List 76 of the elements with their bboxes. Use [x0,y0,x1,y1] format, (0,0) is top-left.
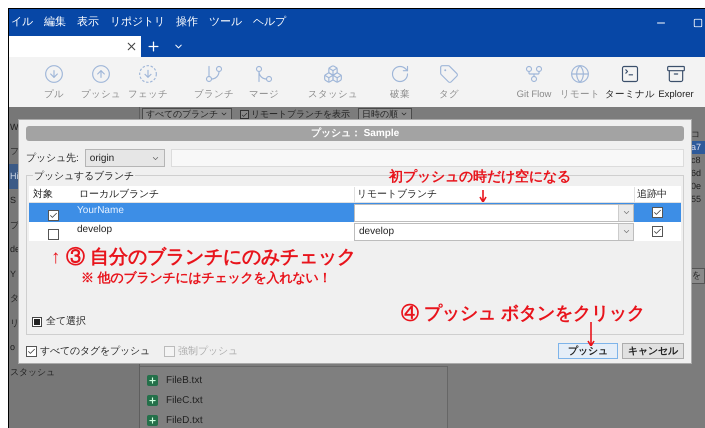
table-cell-text: develop [77,223,114,237]
added-file-icon [147,415,158,426]
commit-hash[interactable]: コ [691,128,700,142]
checkbox-label: リモートブランチを表示 [251,108,350,121]
added-file-icon [147,375,158,386]
check-icon [48,210,58,220]
check-icon [27,346,36,356]
sort-dropdown[interactable]: 日時の順 [358,108,412,120]
file-name[interactable]: FileB.txt [166,373,202,388]
plus-icon[interactable] [146,39,161,54]
checkbox-label: すべてのタグをプッシュ [40,344,150,358]
url-field[interactable] [170,149,684,167]
annotation-arrow [479,190,487,202]
close-icon[interactable] [125,40,138,53]
annotation-text: ↑ ③ 自分のブランチにのみチェック [51,246,356,270]
checkbox[interactable] [652,226,663,237]
remote-branch-combo[interactable] [354,204,634,222]
sidebar-item[interactable]: Hi [9,170,18,183]
menu-item[interactable]: 操作 [176,14,198,31]
check-icon [653,208,662,217]
menu-item[interactable]: リポジトリ [110,14,165,31]
chevron-icon [622,208,630,217]
chevron-icon [220,110,228,118]
file-name[interactable]: FileD.txt [166,413,203,428]
branch-filter-dropdown[interactable]: すべてのブランチ [142,108,232,120]
push-button[interactable]: プッシュ [558,343,618,359]
maximize-icon[interactable] [693,18,703,28]
menu-item[interactable]: ツール [209,14,242,31]
sidebar-item[interactable]: o [9,341,16,354]
column-header[interactable]: リモートブランチ [354,186,634,202]
checkbox[interactable] [32,316,42,326]
column-header[interactable]: ローカルブランチ [77,186,354,202]
remote-branch-combo[interactable]: develop [354,222,634,240]
checkbox-label: 全て選択 [46,315,86,329]
column-header[interactable]: 追跡中 [634,186,681,202]
sidebar-item[interactable]: フ [9,145,19,158]
remote-dropdown[interactable]: origin [84,149,165,167]
annotation-text: ※ 他のブランチにはチェックを入れない！ [81,269,332,287]
column-header[interactable]: 対象 [29,186,77,202]
checkbox[interactable] [48,210,58,220]
sidebar-item[interactable]: Y [9,268,16,281]
chevron-icon [400,110,408,118]
sidebar-item[interactable]: タ [9,292,19,306]
group-label: プッシュするブランチ [33,169,135,184]
sidebar-item[interactable]: S [9,194,16,208]
checkbox[interactable] [240,110,249,120]
side-button[interactable]: を [691,268,705,284]
field-label: プッシュ先: [26,152,79,166]
branch-row[interactable]: YourName [29,203,681,222]
toolbar-label[interactable]: Explorer [658,88,694,102]
checkbox[interactable] [652,207,663,218]
dialog-title: プッシュ： Sample [26,126,684,141]
menu-item[interactable]: イル [11,14,33,31]
menu-item[interactable]: 表示 [77,14,99,31]
drawer-icon[interactable] [666,64,686,84]
added-file-icon [147,395,158,406]
chevron-icon [622,227,630,236]
sidebar-item[interactable]: リ [9,316,19,330]
toolbar-label[interactable]: ターミナル [605,88,655,102]
check-icon [241,110,248,119]
branch-row[interactable]: develop develop [29,222,681,241]
annotation-text: ④ プッシュ ボタンをクリック [401,302,646,325]
table-cell-text: YourName [77,204,125,218]
file-name[interactable]: FileC.txt [166,393,203,408]
cancel-button[interactable]: キャンセル [622,343,684,359]
checkbox-label: 強制プッシュ [178,344,238,358]
sidebar-item[interactable]: スタッシュ [9,366,55,379]
menu-item[interactable]: ヘルプ [253,14,286,31]
checkbox[interactable] [48,228,58,240]
annotation-text: 初プッシュの時だけ空になる [389,169,571,184]
terminal-icon[interactable] [620,64,640,84]
menu-item[interactable]: 編集 [44,14,66,31]
sidebar-item[interactable]: W [9,120,18,134]
checkbox[interactable] [26,346,37,356]
annotation-arrow [587,322,595,346]
check-icon [653,227,662,236]
